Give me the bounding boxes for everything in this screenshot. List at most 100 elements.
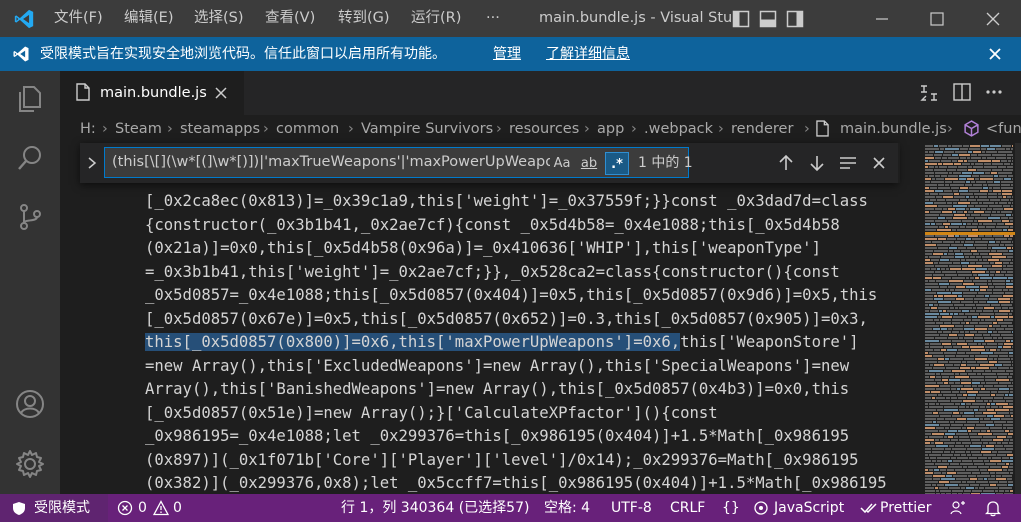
minimap-token xyxy=(960,157,966,159)
close-window-icon[interactable] xyxy=(984,10,1002,28)
code-editor[interactable]: [_0x2ca8ec(0x813)]=_0x39c1a9,this['weigh… xyxy=(60,143,923,494)
minimap-token xyxy=(978,343,981,345)
breadcrumb-item[interactable]: resources xyxy=(509,115,579,143)
minimap-token xyxy=(1010,430,1013,432)
breadcrumb-item[interactable]: H: xyxy=(80,115,96,143)
minimap-token xyxy=(999,175,1007,177)
maximize-icon[interactable] xyxy=(928,10,946,28)
minimap-token xyxy=(970,256,975,258)
end-of-line[interactable]: CRLF xyxy=(670,494,705,522)
minimap[interactable] xyxy=(923,143,1021,494)
minimap-token xyxy=(939,262,952,264)
more-actions-icon[interactable] xyxy=(984,82,1004,102)
minimap-token xyxy=(967,178,974,180)
toggle-panel-icon[interactable] xyxy=(759,10,777,28)
minimap-token xyxy=(984,400,988,402)
warning-count[interactable]: 0 xyxy=(173,494,182,522)
match-whole-word-option[interactable]: ab xyxy=(577,152,601,175)
minimap-token xyxy=(971,439,980,441)
menu-view[interactable]: 查看(V) xyxy=(265,0,315,37)
search-icon[interactable] xyxy=(15,143,45,173)
minimap-token xyxy=(981,319,984,321)
banner-manage-link[interactable]: 管理 xyxy=(493,37,521,71)
breadcrumb-item[interactable]: <fun xyxy=(986,115,1021,143)
error-count[interactable]: 0 xyxy=(138,494,147,522)
banner-learn-more-link[interactable]: 了解详细信息 xyxy=(546,37,630,71)
minimap-token xyxy=(983,334,990,336)
breadcrumb-item[interactable]: steamapps xyxy=(180,115,260,143)
language-mode[interactable]: JavaScript xyxy=(774,494,844,522)
indentation[interactable]: 空格: 4 xyxy=(544,494,590,522)
prettier-status[interactable]: Prettier xyxy=(880,494,932,522)
menu-file[interactable]: 文件(F) xyxy=(54,0,103,37)
minimap-token xyxy=(974,463,984,465)
menu-more[interactable]: ··· xyxy=(486,0,500,37)
menu-edit[interactable]: 编辑(E) xyxy=(124,0,173,37)
breadcrumb-item[interactable]: Vampire Survivors xyxy=(361,115,493,143)
minimap-token xyxy=(946,367,959,369)
minimap-token xyxy=(925,244,936,246)
braces-icon[interactable]: {} xyxy=(722,494,740,522)
notifications-bell-icon[interactable] xyxy=(985,499,1001,517)
minimap-token xyxy=(936,490,939,492)
minimap-token xyxy=(935,166,938,168)
minimap-token xyxy=(929,175,934,177)
menu-selection[interactable]: 选择(S) xyxy=(194,0,244,37)
encoding[interactable]: UTF-8 xyxy=(611,494,652,522)
breadcrumb-item[interactable]: renderer xyxy=(731,115,793,143)
minimap-token xyxy=(961,322,965,324)
use-regex-option[interactable]: .* xyxy=(605,152,629,175)
minimap-token xyxy=(974,409,978,411)
source-control-icon[interactable] xyxy=(15,202,45,232)
toggle-secondary-sidebar-icon[interactable] xyxy=(786,10,804,28)
minimap-token xyxy=(966,208,969,210)
banner-close-icon[interactable] xyxy=(987,46,1003,62)
minimap-token xyxy=(938,466,947,468)
minimap-token xyxy=(925,412,932,414)
minimap-token xyxy=(944,322,951,324)
minimap-token xyxy=(930,199,936,201)
menu-run[interactable]: 运行(R) xyxy=(411,0,461,37)
find-in-selection-icon[interactable] xyxy=(838,154,858,172)
previous-match-icon[interactable] xyxy=(777,153,795,173)
minimap-token xyxy=(978,316,990,318)
minimap-token xyxy=(957,169,967,171)
tab-close-icon[interactable] xyxy=(214,86,228,100)
minimap-token xyxy=(1002,442,1008,444)
minimap-token xyxy=(983,436,996,438)
close-find-icon[interactable] xyxy=(871,155,887,171)
minimize-icon[interactable] xyxy=(873,10,891,28)
minimap-token xyxy=(982,445,985,447)
account-icon[interactable] xyxy=(14,388,46,420)
breadcrumb-item[interactable]: app xyxy=(597,115,624,143)
minimap-token xyxy=(975,178,979,180)
toggle-replace-chevron-icon[interactable] xyxy=(86,155,98,171)
split-editor-icon[interactable] xyxy=(952,82,972,102)
explorer-icon[interactable] xyxy=(15,84,45,114)
minimap-token xyxy=(1010,367,1013,369)
menu-go[interactable]: 转到(G) xyxy=(338,0,390,37)
breadcrumb-item[interactable]: .webpack xyxy=(644,115,713,143)
tab-main-bundle[interactable]: main.bundle.js xyxy=(60,71,244,115)
match-case-option[interactable]: Aa xyxy=(551,152,573,175)
cursor-position[interactable]: 行 1，列 340364 (已选择57) xyxy=(341,494,529,522)
minimap-token xyxy=(1012,241,1013,243)
restricted-mode-indicator[interactable]: 受限模式 xyxy=(0,494,108,522)
minimap-token xyxy=(953,211,956,213)
toggle-sidebar-icon[interactable] xyxy=(732,10,750,28)
next-match-icon[interactable] xyxy=(808,153,826,173)
minimap-token xyxy=(1007,478,1012,480)
minimap-token xyxy=(966,340,973,342)
breadcrumb-item[interactable]: Steam xyxy=(115,115,162,143)
minimap-token xyxy=(934,472,941,474)
open-changes-icon[interactable] xyxy=(918,82,940,104)
breadcrumb-item[interactable]: common xyxy=(276,115,339,143)
breadcrumb-item[interactable]: main.bundle.js xyxy=(840,115,947,143)
settings-gear-icon[interactable] xyxy=(14,448,46,480)
find-input[interactable]: (this[\[](\w*[(]\w*[)])|'maxTrueWeapons'… xyxy=(104,147,689,178)
minimap-token xyxy=(955,289,969,291)
feedback-icon[interactable] xyxy=(950,500,966,516)
minimap-token xyxy=(942,157,947,159)
minimap-token xyxy=(925,202,933,204)
minimap-token xyxy=(972,454,982,456)
